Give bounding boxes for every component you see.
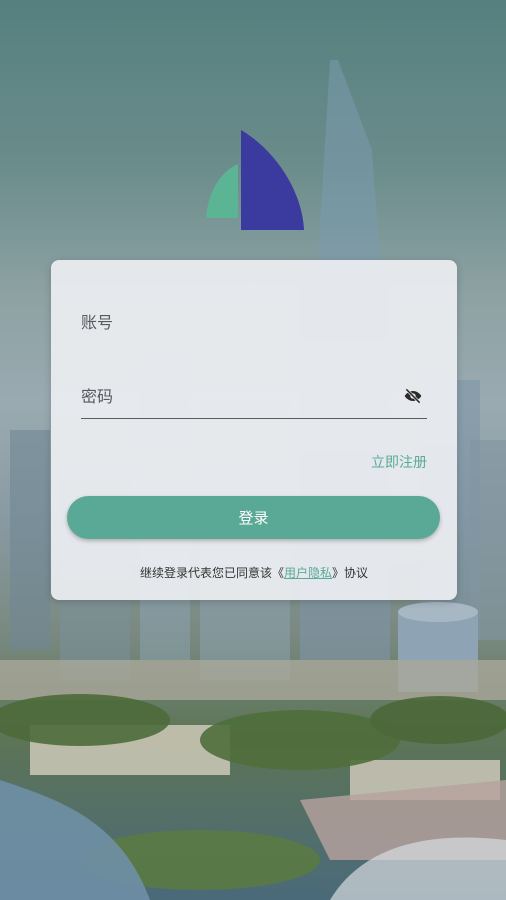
app-logo [202,128,306,232]
register-link[interactable]: 立即注册 [371,452,427,472]
agreement-text: 继续登录代表您已同意该《用户隐私》协议 [51,564,457,581]
agreement-prefix: 继续登录代表您已同意该《 [139,566,284,580]
password-input[interactable] [81,378,391,414]
eye-slash-icon[interactable] [403,386,423,406]
account-field-wrapper [81,304,427,345]
login-button[interactable]: 登录 [67,496,440,539]
account-input[interactable] [81,304,427,340]
sail-logo-icon [206,130,304,230]
password-field-wrapper [81,378,427,419]
privacy-policy-link[interactable]: 用户隐私 [284,566,332,580]
login-card: 立即注册 登录 继续登录代表您已同意该《用户隐私》协议 [51,260,457,600]
agreement-suffix: 》协议 [332,566,369,580]
